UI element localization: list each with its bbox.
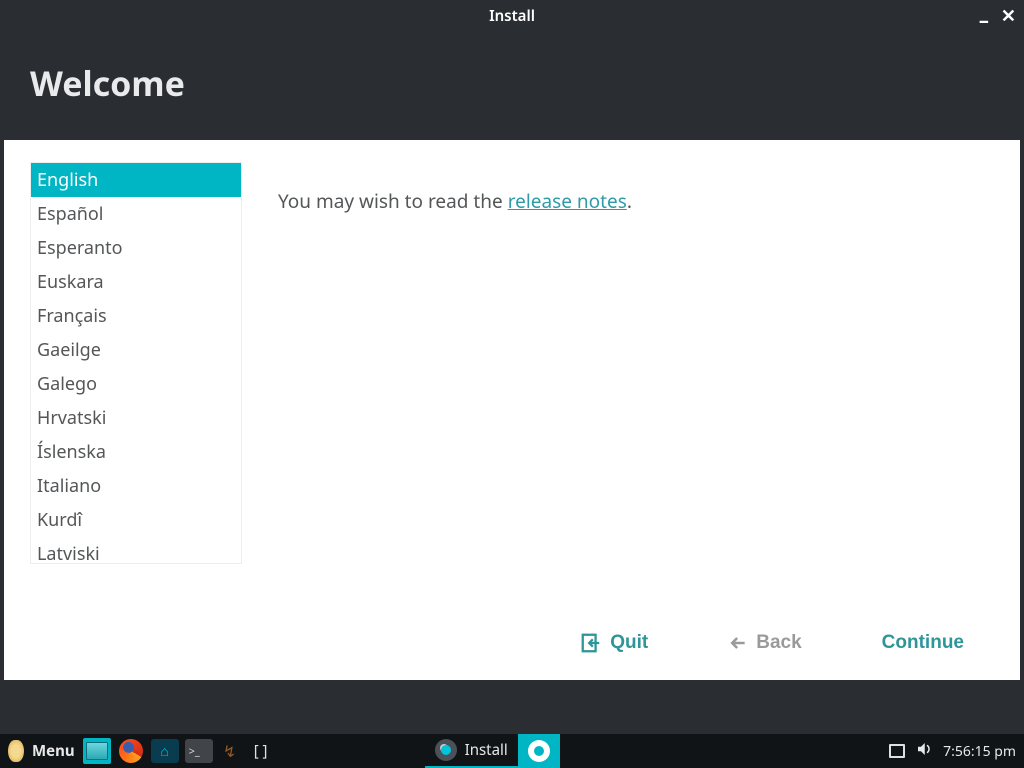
back-button: Back: [728, 632, 801, 654]
taskbar-item-label: Install: [465, 740, 508, 760]
page-header: Welcome: [0, 32, 1024, 140]
taskbar-item-active[interactable]: [518, 734, 560, 768]
system-tray: 7:56:15 pm: [889, 734, 1024, 768]
content-top: EnglishEspañolEsperantoEuskaraFrançaisGa…: [30, 162, 994, 622]
volume-icon[interactable]: [915, 740, 933, 763]
language-list[interactable]: EnglishEspañolEsperantoEuskaraFrançaisGa…: [30, 162, 242, 564]
page-title: Welcome: [30, 60, 994, 106]
info-suffix: .: [627, 188, 632, 214]
language-item[interactable]: Español: [31, 197, 241, 231]
language-item[interactable]: Italiano: [31, 469, 241, 503]
quit-icon: [580, 632, 602, 654]
file-manager-icon[interactable]: ⌂: [151, 739, 179, 763]
distro-logo-icon: [8, 740, 24, 762]
window-titlebar[interactable]: Install – ✕: [0, 0, 1024, 32]
content-area: EnglishEspañolEsperantoEuskaraFrançaisGa…: [4, 140, 1020, 680]
pinned-launchers: ⌂ >_ ↯ [ ]: [83, 734, 275, 768]
tray-show-desktop-icon[interactable]: [889, 744, 905, 758]
clock[interactable]: 7:56:15 pm: [943, 742, 1016, 761]
installer-active-icon: [528, 740, 550, 762]
language-item[interactable]: Hrvatski: [31, 401, 241, 435]
boot-tool-icon[interactable]: ↯: [219, 740, 241, 762]
release-notes-link[interactable]: release notes: [508, 188, 627, 214]
language-item[interactable]: Latviski: [31, 537, 241, 564]
menu-label: Menu: [32, 741, 75, 761]
show-desktop-icon[interactable]: [83, 738, 111, 764]
task-items: Install: [425, 734, 560, 768]
continue-label: Continue: [882, 632, 964, 654]
terminal-icon[interactable]: >_: [185, 739, 213, 763]
back-arrow-icon: [728, 633, 748, 653]
firefox-icon[interactable]: [117, 738, 145, 764]
taskbar: Menu ⌂ >_ ↯ [ ] Install 7:56:15 pm: [0, 734, 1024, 768]
language-item[interactable]: Íslenska: [31, 435, 241, 469]
language-item[interactable]: Français: [31, 299, 241, 333]
close-icon[interactable]: ✕: [1001, 4, 1016, 28]
quit-button[interactable]: Quit: [580, 632, 648, 654]
button-row: Quit Back Continue: [30, 622, 994, 658]
window-controls: – ✕: [979, 0, 1016, 32]
continue-button[interactable]: Continue: [882, 632, 964, 654]
language-item[interactable]: Esperanto: [31, 231, 241, 265]
language-item[interactable]: English: [31, 163, 241, 197]
back-label: Back: [756, 632, 801, 654]
taskbar-item-install[interactable]: Install: [425, 734, 518, 768]
language-item[interactable]: Gaeilge: [31, 333, 241, 367]
workspaces-icon[interactable]: [ ]: [247, 738, 275, 764]
info-prefix: You may wish to read the: [278, 188, 508, 214]
installer-icon: [435, 739, 457, 761]
language-item[interactable]: Euskara: [31, 265, 241, 299]
info-text: You may wish to read the release notes.: [278, 162, 632, 622]
quit-label: Quit: [610, 632, 648, 654]
language-item[interactable]: Galego: [31, 367, 241, 401]
window-title: Install: [489, 6, 535, 26]
menu-button[interactable]: Menu: [0, 734, 83, 768]
language-item[interactable]: Kurdî: [31, 503, 241, 537]
